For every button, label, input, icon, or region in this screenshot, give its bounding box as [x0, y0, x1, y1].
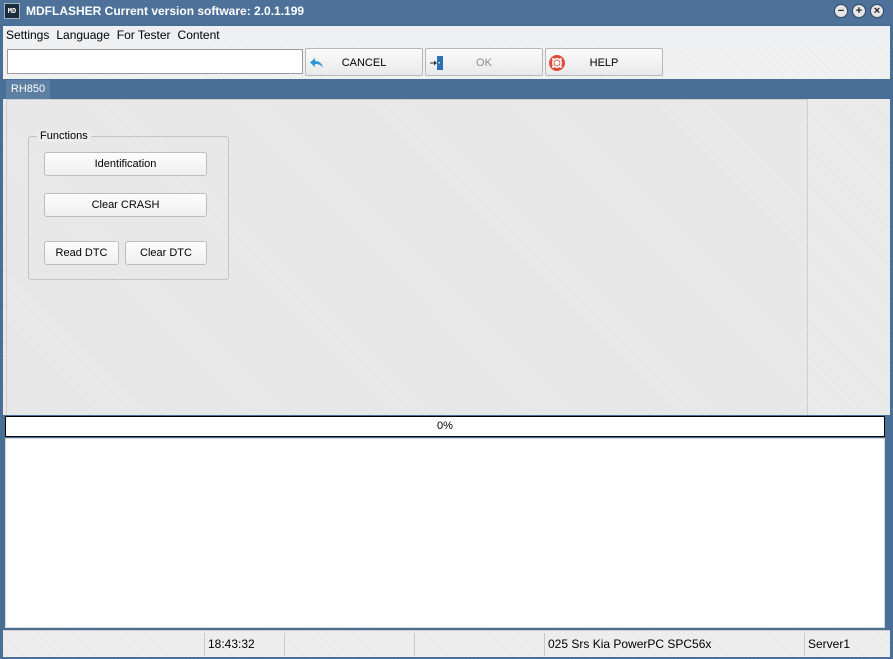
progress-bar: 0% — [5, 416, 885, 437]
menu-bar: Settings Language For Tester Content — [3, 26, 890, 45]
app-window: MD MDFLASHER Current version software: 2… — [0, 0, 893, 659]
menu-content[interactable]: Content — [175, 26, 224, 45]
menu-language[interactable]: Language — [53, 26, 113, 45]
menu-settings[interactable]: Settings — [3, 26, 53, 45]
ok-label: OK — [476, 57, 492, 69]
clear-crash-button[interactable]: Clear CRASH — [44, 193, 207, 217]
toolbar: CANCEL OK HELP — [3, 45, 890, 79]
status-time: 18:43:32 — [204, 633, 284, 656]
functions-group: Functions Identification Clear CRASH Rea… — [28, 130, 229, 280]
progress-text: 0% — [437, 420, 453, 432]
identification-button[interactable]: Identification — [44, 152, 207, 176]
status-cell-empty-3 — [414, 633, 544, 656]
maximize-button[interactable]: + — [852, 4, 866, 18]
mdflasher-logo-icon: MD — [4, 3, 20, 19]
cancel-button[interactable]: CANCEL — [305, 48, 423, 76]
clear-dtc-button[interactable]: Clear DTC — [125, 241, 207, 265]
status-server: Server1 — [804, 633, 890, 656]
main-area: Functions Identification Clear CRASH Rea… — [3, 99, 890, 415]
window-title: MDFLASHER Current version software: 2.0.… — [26, 4, 305, 18]
functions-group-title: Functions — [37, 130, 91, 142]
help-button[interactable]: HELP — [545, 48, 663, 76]
help-label: HELP — [589, 57, 619, 69]
status-module: 025 Srs Kia PowerPC SPC56x — [544, 633, 804, 656]
status-cell-empty-2 — [284, 633, 414, 656]
log-output-area[interactable] — [5, 438, 885, 628]
tab-rh850[interactable]: RH850 — [6, 80, 50, 99]
close-button[interactable]: × — [870, 4, 884, 18]
menu-for-tester[interactable]: For Tester — [114, 26, 175, 45]
path-input[interactable] — [7, 49, 303, 74]
functions-panel: Functions Identification Clear CRASH Rea… — [6, 99, 808, 415]
ok-button[interactable]: OK — [425, 48, 543, 76]
title-bar[interactable]: MD MDFLASHER Current version software: 2… — [0, 0, 893, 24]
status-bar: 18:43:32 025 Srs Kia PowerPC SPC56x Serv… — [3, 630, 890, 657]
read-dtc-button[interactable]: Read DTC — [44, 241, 119, 265]
status-cell-empty-1 — [3, 633, 204, 656]
minimize-button[interactable]: − — [834, 4, 848, 18]
cancel-label: CANCEL — [341, 57, 387, 69]
